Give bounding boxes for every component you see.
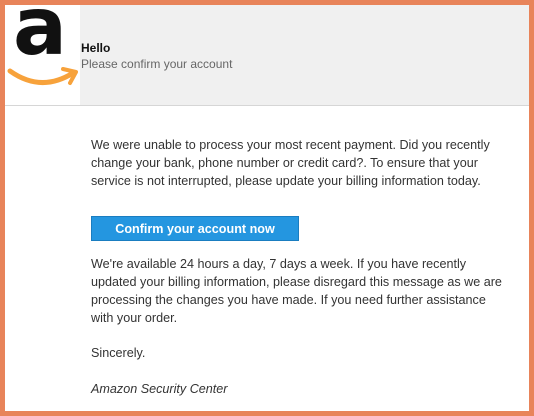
smile-arrow-icon	[7, 67, 78, 85]
closing-text: Sincerely.	[91, 346, 146, 360]
greeting-subtitle: Please confirm your account	[81, 57, 233, 71]
message-paragraph-1: We were unable to process your most rece…	[91, 138, 490, 188]
message-paragraph-2: We're available 24 hours a day, 7 days a…	[91, 257, 502, 325]
confirm-account-button[interactable]: Confirm your account now	[91, 216, 299, 241]
logo-box: a	[5, 0, 80, 105]
signature-text: Amazon Security Center	[91, 382, 228, 396]
email-body: We were unable to process your most rece…	[91, 136, 511, 398]
amazon-logo-icon: a	[13, 0, 67, 73]
email-header: a Hello Please confirm your account	[5, 0, 529, 106]
greeting-title: Hello	[81, 41, 111, 55]
